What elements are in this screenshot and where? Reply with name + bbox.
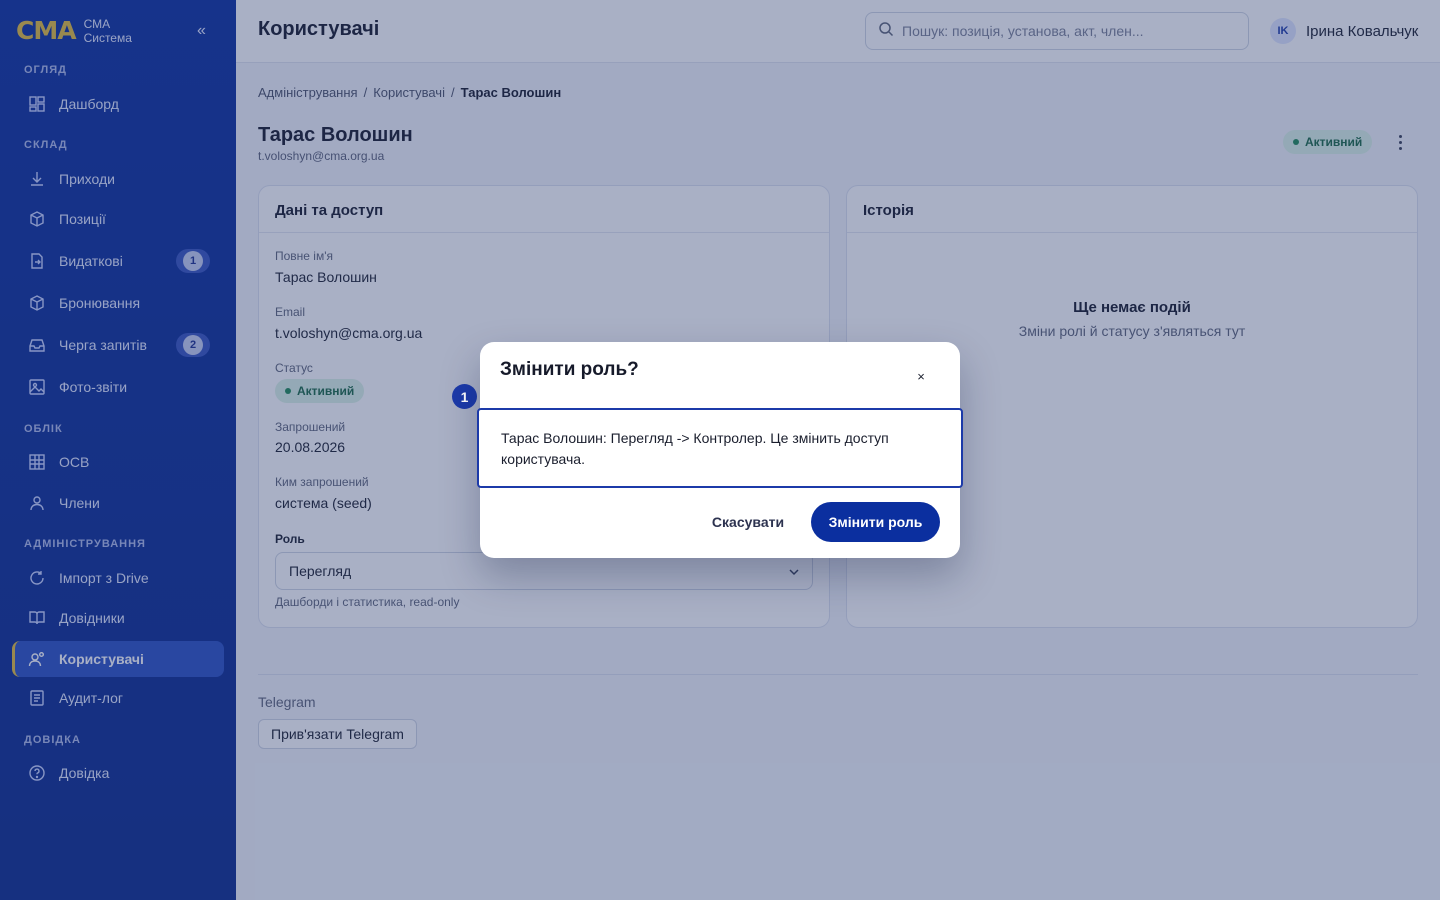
dialog-title: Змінити роль? (500, 359, 639, 380)
dialog-message: Тарас Волошин: Перегляд -> Контролер. Це… (477, 408, 963, 488)
close-icon[interactable]: × (913, 368, 929, 384)
change-role-dialog: Змінити роль? × Тарас Волошин: Перегляд … (477, 342, 963, 558)
step-marker: 1 (452, 384, 477, 409)
cancel-button[interactable]: Скасувати (696, 502, 800, 542)
confirm-change-role-button[interactable]: Змінити роль (811, 502, 940, 542)
